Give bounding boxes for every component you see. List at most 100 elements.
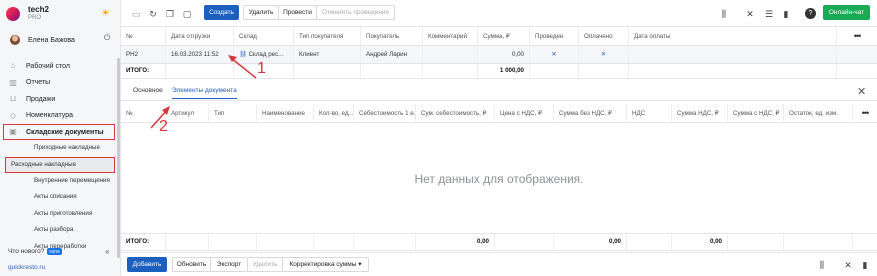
sidebar-item-reports[interactable]: ▥ Отчеты [0,75,120,92]
total-label: ИТОГО: [121,64,166,78]
table-row[interactable]: РН2 16.03.2023 11:52 ⛓ Склад рес... Клие… [121,46,877,63]
adjust-sum-dropdown[interactable]: Корректировка суммы ▾ [282,257,369,272]
tools-icon[interactable]: ✕ [843,260,853,270]
add-button[interactable]: Добавить [127,257,167,272]
refresh-icon[interactable]: ↻ [148,9,158,19]
sidebar-item-nomenclature[interactable]: ◇ Номенклатура [0,108,120,125]
sidebar-item-label: Номенклатура [26,112,73,120]
cell-buyer-type: Клиент [294,46,361,63]
cell-date: 16.03.2023 11:52 [166,46,234,63]
total-sum: 1 000,00 [478,64,530,78]
user-profile[interactable]: Елена Бажова [0,29,120,51]
column-header[interactable]: Себестоимость 1 е... [354,104,416,123]
sliders-icon[interactable]: ⫼ [817,260,827,270]
annotation-2: 2 [159,118,168,135]
sidebar-nav: ⌂ Рабочий стол ▥ Отчеты ⊔ Продажи ◇ Номе… [0,58,120,255]
sidebar-subitem-incoming[interactable]: Приходные накладные [0,140,120,157]
column-header[interactable]: Сумма НДС, ₽ [672,104,728,123]
post-button[interactable]: Провести [278,5,317,20]
column-header[interactable]: Тип покупателя [294,27,361,46]
whats-new-link[interactable]: Что нового? NEW [8,248,62,255]
sidebar-subitem-cooking[interactable]: Акты приготовления [0,206,120,223]
collapse-sidebar-icon[interactable]: « [105,247,109,256]
print-icon[interactable]: ▢ [182,9,192,19]
column-header[interactable]: Артикул [166,104,209,123]
sidebar-subitem-transfers[interactable]: Внутренние перемещения [0,173,120,190]
sidebar-subitem-outgoing[interactable]: Расходные накладные [5,156,115,173]
help-icon[interactable]: ? [805,8,816,19]
save-icon[interactable]: ▭ [131,9,141,19]
tab-document-items[interactable]: Элементы документа [172,87,237,99]
avatar [10,35,20,45]
sidebar-item-sales[interactable]: ⊔ Продажи [0,91,120,108]
sidebar: tech2 PRO ☀ Елена Бажова ⏻ ⌂ Рабочий сто… [0,0,121,276]
column-header[interactable]: Тип [209,104,257,123]
column-header[interactable]: Оплачено [579,27,629,46]
tools-icon[interactable]: ✕ [745,9,755,19]
items-footer-toolbar: Добавить Обновить Экспорт Удалить Коррек… [121,252,877,276]
toolbar: ▭ ↻ ❐ ▢ Создать Удалить Провести Отменит… [121,0,877,27]
brand-name: tech2 [28,4,49,14]
theme-sun-icon[interactable]: ☀ [101,8,110,19]
column-header[interactable]: Цена с НДС, ₽ [495,104,554,123]
sidebar-subitem-disassembly[interactable]: Акты разбора [0,222,120,239]
column-header[interactable]: НДС [627,104,672,123]
column-header[interactable]: Склад [234,27,294,46]
sidebar-item-warehouse-docs[interactable]: ▣ Складские документы [3,124,115,140]
cancel-post-button[interactable]: Отменить проведение [316,5,395,20]
sidebar-item-dashboard[interactable]: ⌂ Рабочий стол [0,58,120,75]
sidebar-subitem-label: Расходные накладные [11,160,77,168]
box-icon: ▣ [9,127,17,136]
tag-icon: ◇ [9,110,17,120]
list-icon[interactable]: ☰ [764,9,774,19]
documents-total-row: ИТОГО: 1 000,00 [121,63,877,79]
main-content: ▭ ↻ ❐ ▢ Создать Удалить Провести Отменит… [121,0,877,276]
total-sum-no-vat: 0,00 [554,234,627,250]
cell-pay-date [629,46,837,63]
sidebar-item-label: Продажи [26,95,56,103]
refresh-button[interactable]: Обновить [172,257,211,272]
column-header[interactable]: Сумма без НДС, ₽ [554,104,627,123]
tab-main[interactable]: Основное [133,87,163,94]
annotation-1: 1 [257,60,266,77]
copy-icon[interactable]: ❐ [165,9,175,19]
sidebar-item-label: Складские документы [26,128,104,136]
chart-icon: ▥ [9,77,17,87]
trash-icon[interactable]: ▮ [860,260,870,270]
column-header[interactable]: Дата оплаты [629,27,837,46]
warehouse-value: Склад рес... [248,51,284,58]
column-header[interactable]: Остаток, ед. изм. [784,104,853,123]
sidebar-scrollbar[interactable] [117,58,120,258]
power-icon[interactable]: ⏻ [104,33,110,43]
chevron-down-icon: ▾ [358,261,362,268]
site-link[interactable]: quickresto.ru [8,264,45,271]
total-cost-sum: 0,00 [416,234,495,250]
column-header[interactable]: Дата отгрузки [166,27,234,46]
more-columns-icon[interactable]: ••• [837,27,877,46]
document-tabs: Основное Элементы документа ✕ [121,81,877,101]
column-header[interactable]: Наименование [257,104,314,123]
cell-num: РН2 [121,46,166,63]
column-header[interactable]: Комментарий [423,27,478,46]
cell-sum: 0,00 [478,46,530,63]
column-header[interactable]: Сумма с НДС, ₽ [728,104,784,123]
column-header[interactable]: № [121,27,166,46]
delete-button[interactable]: Удалить [243,5,279,20]
cell-posted-icon: ✕ [530,46,579,63]
close-icon[interactable]: ✕ [857,85,866,98]
column-header[interactable]: Сум. себестоимость, ₽ [416,104,495,123]
column-header[interactable]: Покупатель [361,27,423,46]
online-chat-button[interactable]: Онлайн-чат [823,5,870,20]
dots-icon: ••• [853,31,862,41]
create-button[interactable]: Создать [204,5,239,20]
sidebar-subitem-writeoffs[interactable]: Акты списания [0,189,120,206]
column-header[interactable]: Проведен [530,27,579,46]
trash-icon[interactable]: ▮ [781,9,791,19]
more-columns-icon[interactable]: ••• [853,104,877,123]
sliders-icon[interactable]: ⫼ [719,9,729,19]
user-name: Елена Бажова [28,36,75,44]
delete-item-button[interactable]: Удалить [247,257,283,272]
column-header[interactable]: Сумма, ₽ [478,27,530,46]
export-button[interactable]: Экспорт [210,257,248,272]
column-header[interactable]: Кол-во, ед... [314,104,354,123]
